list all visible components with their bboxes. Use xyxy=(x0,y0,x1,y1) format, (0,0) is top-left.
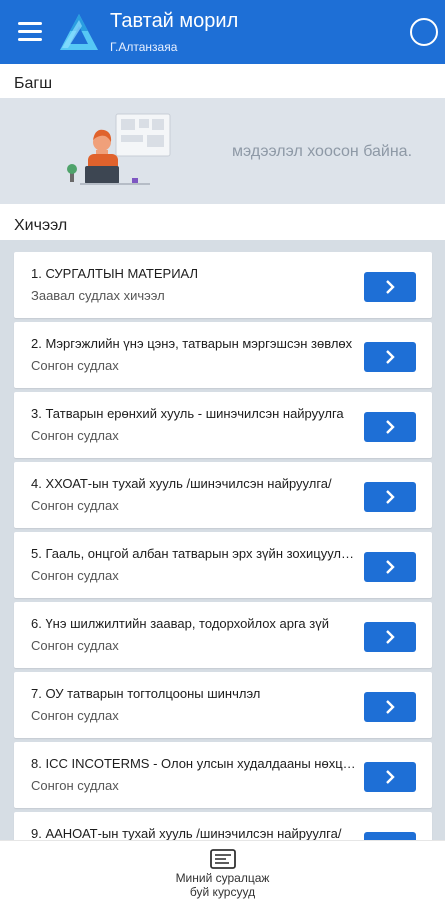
chevron-right-icon xyxy=(386,420,395,434)
open-lesson-button[interactable] xyxy=(364,552,416,582)
open-lesson-button[interactable] xyxy=(364,622,416,652)
teacher-section-title: Багш xyxy=(14,75,53,92)
chevron-right-icon xyxy=(386,560,395,574)
lesson-title: 9. ААНОАТ-ын тухай хууль /шинэчилсэн най… xyxy=(31,826,342,841)
open-lesson-button[interactable] xyxy=(364,272,416,302)
lesson-type: Сонгон судлах xyxy=(31,638,119,653)
lesson-title: 2. Мэргэжлийн үнэ цэнэ, татварын мэргэшс… xyxy=(31,336,353,351)
chevron-right-icon xyxy=(386,490,395,504)
lesson-type: Сонгон судлах xyxy=(31,708,119,723)
lesson-type: Сонгон судлах xyxy=(31,568,119,583)
user-name: Г.Алтанзаяа xyxy=(110,40,178,54)
triangle-logo-icon xyxy=(60,14,98,50)
chevron-right-icon xyxy=(386,700,395,714)
lesson-type: Сонгон судлах xyxy=(31,428,119,443)
app-header: Тавтай морил Г.Алтанзаяа xyxy=(0,0,445,64)
lesson-card[interactable]: 2. Мэргэжлийн үнэ цэнэ, татварын мэргэшс… xyxy=(14,322,432,388)
lesson-type: Сонгон судлах xyxy=(31,358,119,373)
my-courses-tab[interactable]: Миний суралцаж буй курсууд xyxy=(0,871,445,899)
lesson-card[interactable]: 5. Гааль, онцгой албан татварын эрх зүйн… xyxy=(14,532,432,598)
lesson-title: 3. Татварын ерөнхий хууль - шинэчилсэн н… xyxy=(31,406,344,421)
page-title: Тавтай морил xyxy=(110,10,239,32)
lesson-type: Сонгон судлах xyxy=(31,778,119,793)
lesson-card[interactable]: 6. Үнэ шилжилтийн заавар, тодорхойлох ар… xyxy=(14,602,432,668)
lesson-title: 8. ICC INCOTERMS - Олон улсын худалдааны… xyxy=(31,756,356,771)
bottom-nav: Миний суралцаж буй курсууд xyxy=(0,840,445,900)
courses-list-icon[interactable] xyxy=(210,849,236,869)
open-lesson-button[interactable] xyxy=(364,412,416,442)
lesson-title: 1. СУРГАЛТЫН МАТЕРИАЛ xyxy=(31,266,199,281)
lesson-title: 6. Үнэ шилжилтийн заавар, тодорхойлох ар… xyxy=(31,616,329,631)
lesson-card[interactable]: 4. ХХОАТ-ын тухай хууль /шинэчилсэн найр… xyxy=(14,462,432,528)
open-lesson-button[interactable] xyxy=(364,762,416,792)
lesson-card[interactable]: 8. ICC INCOTERMS - Олон улсын худалдааны… xyxy=(14,742,432,808)
my-courses-label-line2: буй курсууд xyxy=(189,885,256,899)
lesson-type: Сонгон судлах xyxy=(31,498,119,513)
lesson-title: 5. Гааль, онцгой албан татварын эрх зүйн… xyxy=(31,546,356,561)
lessons-section-title: Хичээл xyxy=(14,217,68,234)
menu-icon[interactable] xyxy=(18,22,42,42)
chevron-right-icon xyxy=(386,350,395,364)
chevron-right-icon xyxy=(386,280,395,294)
teacher-empty-state: мэдээлэл хоосон байна. xyxy=(0,98,445,204)
chevron-right-icon xyxy=(386,770,395,784)
lesson-title: 4. ХХОАТ-ын тухай хууль /шинэчилсэн найр… xyxy=(31,476,332,491)
lesson-title: 7. ОУ татварын тогтолцооны шинчлэл xyxy=(31,686,261,701)
chevron-right-icon xyxy=(386,630,395,644)
empty-message: мэдээлэл хоосон байна. xyxy=(232,143,413,160)
lesson-card[interactable]: 7. ОУ татварын тогтолцооны шинчлэл Сонго… xyxy=(14,672,432,738)
open-lesson-button[interactable] xyxy=(364,482,416,512)
lesson-type: Заавал судлах хичээл xyxy=(31,288,165,303)
open-lesson-button[interactable] xyxy=(364,692,416,722)
lesson-card[interactable]: 3. Татварын ерөнхий хууль - шинэчилсэн н… xyxy=(14,392,432,458)
my-courses-label-line1: Миний суралцаж xyxy=(175,871,270,885)
profile-circle-icon[interactable] xyxy=(410,18,438,46)
lesson-card[interactable]: 1. СУРГАЛТЫН МАТЕРИАЛ Заавал судлах хичэ… xyxy=(14,252,432,318)
open-lesson-button[interactable] xyxy=(364,342,416,372)
teacher-at-desk-illustration xyxy=(67,113,171,185)
